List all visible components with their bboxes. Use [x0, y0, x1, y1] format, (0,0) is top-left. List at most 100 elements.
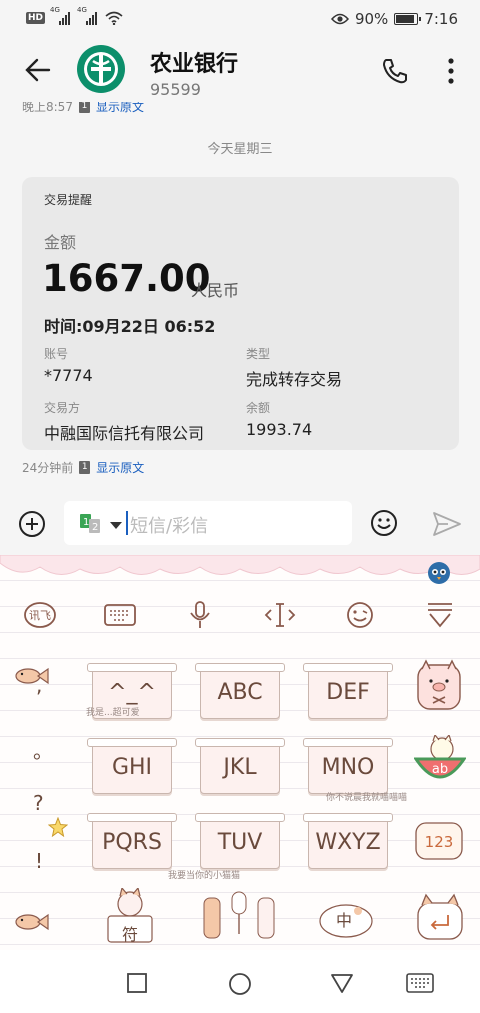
- network-type: 4G: [77, 6, 87, 14]
- date-separator: 今天星期三: [207, 142, 273, 157]
- keyboard: 讯飞 , 。 ? ! ^_^ ABC DEF GHI JKL MNO PQRS …: [0, 555, 480, 950]
- comma-key[interactable]: ,: [36, 673, 42, 697]
- decor-text: 我是...超可爱: [86, 708, 140, 718]
- number-key-label: 123: [425, 833, 454, 851]
- key-jkl[interactable]: JKL: [195, 738, 285, 794]
- fish-icon: [15, 667, 49, 685]
- keyboard-switch-icon[interactable]: [406, 972, 434, 994]
- keyboard-icon[interactable]: [102, 600, 138, 630]
- back-arrow-icon[interactable]: [24, 56, 52, 84]
- star-icon: [48, 817, 68, 837]
- status-left: HD 4G 4G: [26, 6, 123, 25]
- keyboard-top-scallop: [0, 555, 480, 575]
- delete-key-pig-icon[interactable]: [416, 659, 462, 711]
- key-label: GHI: [111, 755, 153, 780]
- message-time: 24分钟前: [22, 461, 74, 475]
- field-value: 1993.74: [246, 420, 313, 439]
- sim-card-icon: 1: [78, 102, 90, 113]
- sim-card-icon: 1: [79, 461, 91, 474]
- message-meta: 24分钟前 1 显示原文: [22, 459, 144, 476]
- back-nav-icon[interactable]: [330, 972, 354, 994]
- key-label: ABC: [217, 680, 263, 705]
- sim-selector-icon[interactable]: 1 2: [80, 514, 130, 534]
- field-value: 中融国际信托有限公司: [44, 424, 205, 443]
- emoji-icon[interactable]: [342, 600, 378, 630]
- field-label: 类型: [246, 347, 271, 361]
- period-key[interactable]: 。: [33, 735, 53, 764]
- question-key[interactable]: ?: [33, 791, 44, 815]
- hide-keyboard-icon[interactable]: [422, 600, 458, 630]
- field-value: 完成转存交易: [246, 370, 343, 389]
- key-pqrs[interactable]: PQRS: [87, 813, 177, 869]
- microphone-icon[interactable]: [182, 600, 218, 630]
- contact-name: 农业银行: [150, 52, 239, 77]
- battery-icon: [394, 13, 422, 25]
- key-label: WXYZ: [315, 830, 381, 855]
- melon-key-label: ab: [432, 762, 448, 777]
- key-label: PQRS: [102, 830, 162, 855]
- decor-text: 我要当你的小猫猫: [168, 871, 241, 881]
- number-key-icon[interactable]: 123: [414, 819, 464, 863]
- bird-mascot-icon: [428, 562, 450, 584]
- hd-badge: HD: [26, 12, 46, 24]
- language-key-label: 中: [336, 911, 353, 930]
- key-def[interactable]: DEF: [303, 663, 393, 719]
- key-ghi[interactable]: GHI: [87, 738, 177, 794]
- key-label: ^_^: [108, 680, 156, 705]
- navigation-bar: [0, 950, 480, 1013]
- key-abc[interactable]: ABC: [195, 663, 285, 719]
- key-label: DEF: [326, 680, 370, 705]
- message-time: 晚上8:57: [22, 102, 73, 114]
- message-bubble[interactable]: 交易提醒 金额 1667.00 人民币 时间:09月22日 06:52 账号 *…: [22, 177, 459, 450]
- show-original-link[interactable]: 显示原文: [96, 102, 144, 115]
- key-wxyz[interactable]: WXYZ: [303, 813, 393, 869]
- more-menu-icon[interactable]: [436, 56, 466, 86]
- text-cursor: [126, 511, 128, 535]
- key-tuv[interactable]: TUV: [195, 813, 285, 869]
- battery-percent: 90%: [354, 10, 389, 28]
- key-label: MNO: [321, 755, 375, 780]
- send-icon[interactable]: [432, 511, 462, 537]
- xunfei-icon[interactable]: 讯飞: [22, 600, 58, 630]
- svg-text:1: 1: [83, 517, 89, 528]
- status-right: 90% 7:16: [330, 10, 458, 28]
- cursor-move-icon[interactable]: [262, 600, 298, 630]
- wifi-icon: [105, 11, 123, 25]
- home-icon[interactable]: [228, 972, 252, 996]
- signal-icon: 4G: [50, 6, 71, 25]
- exclamation-key[interactable]: !: [35, 849, 43, 873]
- bank-logo-avatar[interactable]: [77, 45, 125, 93]
- transaction-time: 时间:09月22日 06:52: [44, 317, 216, 336]
- phone-call-icon[interactable]: [380, 56, 410, 86]
- signal-icon: 4G: [77, 6, 98, 25]
- key-mno[interactable]: MNO: [303, 738, 393, 794]
- language-switch-key[interactable]: 中: [314, 895, 374, 941]
- status-bar: HD 4G 4G 90% 7:16: [0, 0, 480, 40]
- amount-label: 金额: [44, 233, 77, 252]
- abc-logo-icon: [87, 55, 115, 83]
- enter-key-cat-icon[interactable]: [414, 893, 466, 943]
- network-type: 4G: [50, 6, 60, 14]
- key-label: TUV: [217, 830, 263, 855]
- svg-text:2: 2: [92, 522, 98, 533]
- field-value: *7774: [44, 366, 93, 385]
- space-key-cats-icon[interactable]: [198, 888, 282, 944]
- recent-apps-icon[interactable]: [126, 972, 148, 994]
- cat-watermelon-key[interactable]: ab: [414, 735, 466, 791]
- currency-label: 人民币: [191, 281, 240, 300]
- emoji-icon[interactable]: [370, 509, 398, 537]
- show-original-link[interactable]: 显示原文: [96, 459, 144, 476]
- conversation-header: 农业银行 95599: [0, 40, 480, 102]
- field-label: 余额: [246, 401, 271, 415]
- message-input[interactable]: 1 2 短信/彩信: [64, 501, 352, 545]
- composer-bar: 1 2 短信/彩信: [0, 490, 480, 555]
- add-attachment-icon[interactable]: [18, 510, 46, 538]
- message-list[interactable]: 晚上8:57 1 显示原文 今天星期三 交易提醒 金额 1667.00 人民币 …: [0, 102, 480, 490]
- key-label: JKL: [223, 755, 257, 780]
- decor-text: 你不说晨我就喵喵喵: [326, 793, 408, 803]
- message-meta-previous: 晚上8:57 1 显示原文: [22, 102, 144, 115]
- symbol-key[interactable]: 符: [100, 886, 160, 946]
- card-title: 交易提醒: [44, 193, 93, 207]
- input-placeholder: 短信/彩信: [130, 516, 209, 537]
- field-label: 交易方: [44, 401, 81, 415]
